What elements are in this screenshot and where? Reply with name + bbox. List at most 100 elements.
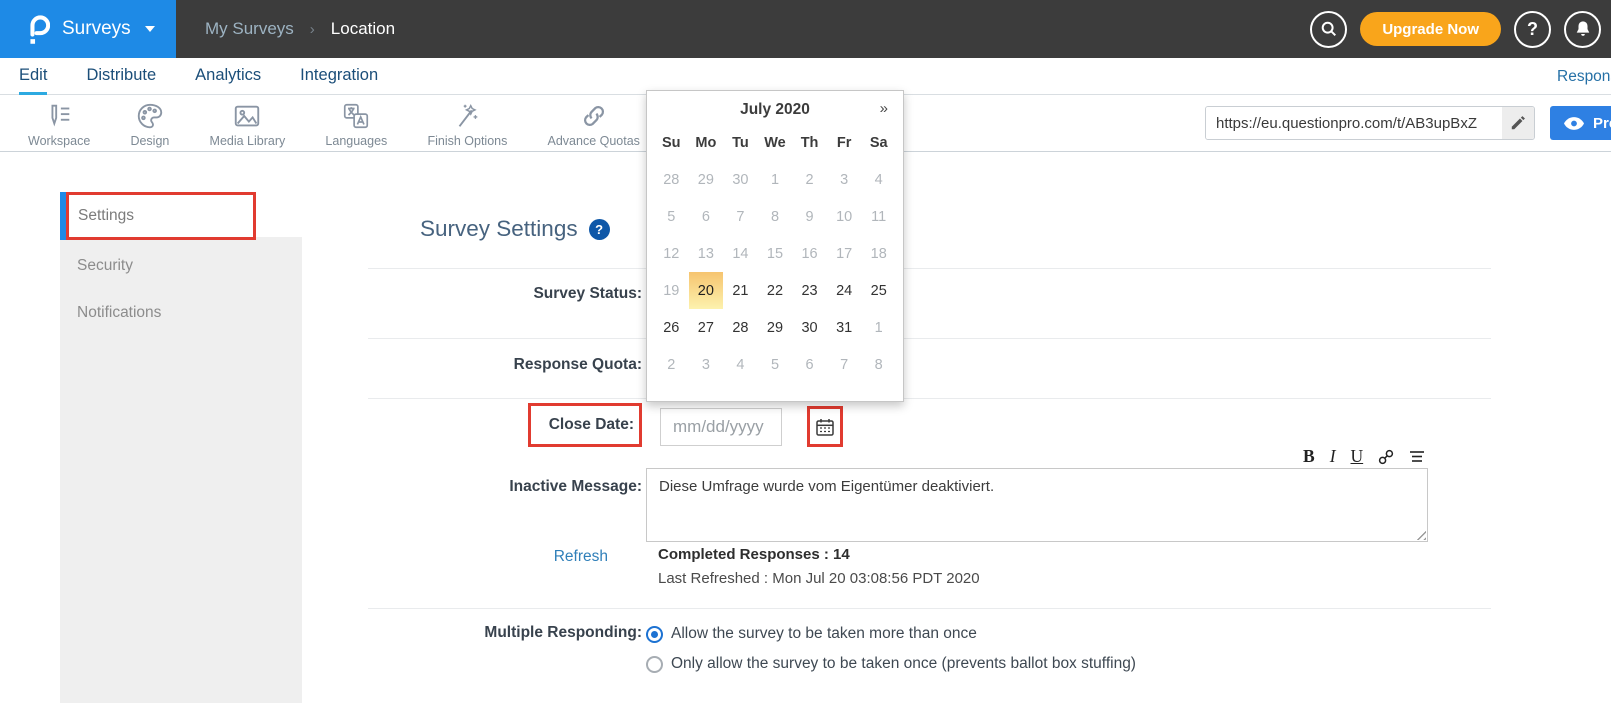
bell-icon (1574, 20, 1592, 38)
toolbar-item-languages[interactable]: Languages (325, 101, 387, 148)
italic-button[interactable]: I (1330, 448, 1336, 466)
calendar-day-8: 8 (861, 346, 896, 383)
search-button[interactable] (1310, 11, 1347, 48)
calendar-day-12: 12 (654, 235, 689, 272)
bold-button[interactable]: B (1303, 448, 1315, 466)
align-icon (1409, 450, 1425, 464)
calendar-day-7: 7 (827, 346, 862, 383)
breadcrumb: My Surveys › Location (205, 0, 395, 58)
product-menu[interactable]: Surveys (0, 0, 176, 58)
calendar-day-29: 29 (689, 161, 724, 198)
calendar-day-27[interactable]: 27 (689, 309, 724, 346)
page-title: Survey Settings ? (420, 216, 610, 242)
calendar-day-17: 17 (827, 235, 862, 272)
tab-integration[interactable]: Integration (300, 58, 378, 95)
calendar-icon (815, 417, 835, 437)
calendar-day-30[interactable]: 30 (792, 309, 827, 346)
workspace-icon (44, 101, 74, 131)
calendar-day-28: 28 (654, 161, 689, 198)
radio-selected-icon[interactable] (646, 626, 663, 643)
calendar-day-10: 10 (827, 198, 862, 235)
eye-icon (1564, 117, 1584, 130)
tab-distribute[interactable]: Distribute (86, 58, 156, 95)
calendar-day-16: 16 (792, 235, 827, 272)
radio-only-once[interactable]: Only allow the survey to be taken once (… (646, 655, 1136, 673)
questionpro-logo-icon (26, 13, 50, 45)
divider (368, 608, 1491, 609)
calendar-header: July 2020 » (647, 91, 903, 129)
calendar-day-7: 7 (723, 198, 758, 235)
calendar-day-31[interactable]: 31 (827, 309, 862, 346)
calendar-day-24[interactable]: 24 (827, 272, 862, 309)
calendar-day-8: 8 (758, 198, 793, 235)
calendar-day-28[interactable]: 28 (723, 309, 758, 346)
calendar-day-14: 14 (723, 235, 758, 272)
radio-unselected-icon[interactable] (646, 656, 663, 673)
last-refreshed-text: Last Refreshed : Mon Jul 20 03:08:56 PDT… (658, 570, 980, 587)
edit-url-button[interactable] (1502, 107, 1534, 139)
sidebar-item-notifications[interactable]: Notifications (60, 292, 302, 334)
close-date-label: Close Date: (528, 403, 642, 447)
calendar-day-25[interactable]: 25 (861, 272, 896, 309)
sidebar-item-security[interactable]: Security (60, 245, 302, 287)
divider (368, 398, 1491, 399)
divider (368, 338, 1491, 339)
survey-url-input[interactable] (1206, 107, 1502, 139)
tab-edit[interactable]: Edit (19, 58, 47, 95)
notifications-button[interactable] (1564, 11, 1601, 48)
top-bar: Surveys My Surveys › Location Upgrade No… (0, 0, 1611, 58)
preview-button[interactable]: Preview (1550, 106, 1611, 140)
datepicker-popup: July 2020 » Su Mo Tu We Th Fr Sa 2829301… (646, 90, 904, 402)
calendar-day-3: 3 (827, 161, 862, 198)
calendar-day-1: 1 (861, 309, 896, 346)
calendar-day-5: 5 (654, 198, 689, 235)
calendar-day-5: 5 (758, 346, 793, 383)
calendar-day-20[interactable]: 20 (689, 272, 724, 309)
calendar-day-30: 30 (723, 161, 758, 198)
completed-responses-text: Completed Responses : 14 (658, 546, 850, 563)
calendar-day-18: 18 (861, 235, 896, 272)
languages-icon (341, 101, 371, 131)
toolbar-item-media-library[interactable]: Media Library (210, 101, 286, 148)
close-date-input[interactable] (660, 408, 782, 446)
refresh-link[interactable]: Refresh (368, 548, 608, 566)
toolbar-item-design[interactable]: Design (130, 101, 169, 148)
calendar-day-22[interactable]: 22 (758, 272, 793, 309)
advance-quotas-icon (579, 101, 609, 131)
survey-settings-help-icon[interactable]: ? (589, 219, 610, 240)
calendar-day-21[interactable]: 21 (723, 272, 758, 309)
breadcrumb-my-surveys[interactable]: My Surveys (205, 19, 294, 39)
calendar-day-6: 6 (689, 198, 724, 235)
calendar-day-29[interactable]: 29 (758, 309, 793, 346)
calendar-day-15: 15 (758, 235, 793, 272)
calendar-month-title: July 2020 (740, 101, 810, 119)
calendar-day-23[interactable]: 23 (792, 272, 827, 309)
tab-analytics[interactable]: Analytics (195, 58, 261, 95)
align-button[interactable] (1409, 450, 1425, 464)
close-date-calendar-button[interactable] (807, 406, 843, 447)
sidebar-item-settings[interactable]: Settings (66, 192, 256, 240)
editor-toolbar: B I U (1303, 447, 1425, 467)
product-menu-label: Surveys (62, 18, 131, 40)
finish-options-icon (452, 101, 482, 131)
search-icon (1320, 20, 1338, 38)
link-button[interactable] (1378, 449, 1394, 465)
calendar-grid: 2829301234567891011121314151617181920212… (647, 161, 903, 383)
calendar-day-1: 1 (758, 161, 793, 198)
divider (368, 268, 1491, 269)
toolbar-item-finish-options[interactable]: Finish Options (427, 101, 507, 148)
underline-button[interactable]: U (1351, 448, 1364, 466)
calendar-day-19: 19 (654, 272, 689, 309)
upgrade-now-button[interactable]: Upgrade Now (1360, 12, 1501, 46)
calendar-day-2: 2 (654, 346, 689, 383)
responses-link[interactable]: Responses (1557, 58, 1611, 95)
radio-allow-multiple[interactable]: Allow the survey to be taken more than o… (646, 625, 1136, 643)
multiple-responding-label: Multiple Responding: (368, 624, 642, 642)
calendar-day-11: 11 (861, 198, 896, 235)
calendar-day-26[interactable]: 26 (654, 309, 689, 346)
toolbar-item-workspace[interactable]: Workspace (28, 101, 90, 148)
toolbar-item-advance-quotas[interactable]: Advance Quotas (548, 101, 640, 148)
inactive-message-textarea[interactable]: Diese Umfrage wurde vom Eigentümer deakt… (646, 468, 1428, 542)
help-button[interactable]: ? (1514, 11, 1551, 48)
calendar-next-month-button[interactable]: » (880, 100, 888, 117)
